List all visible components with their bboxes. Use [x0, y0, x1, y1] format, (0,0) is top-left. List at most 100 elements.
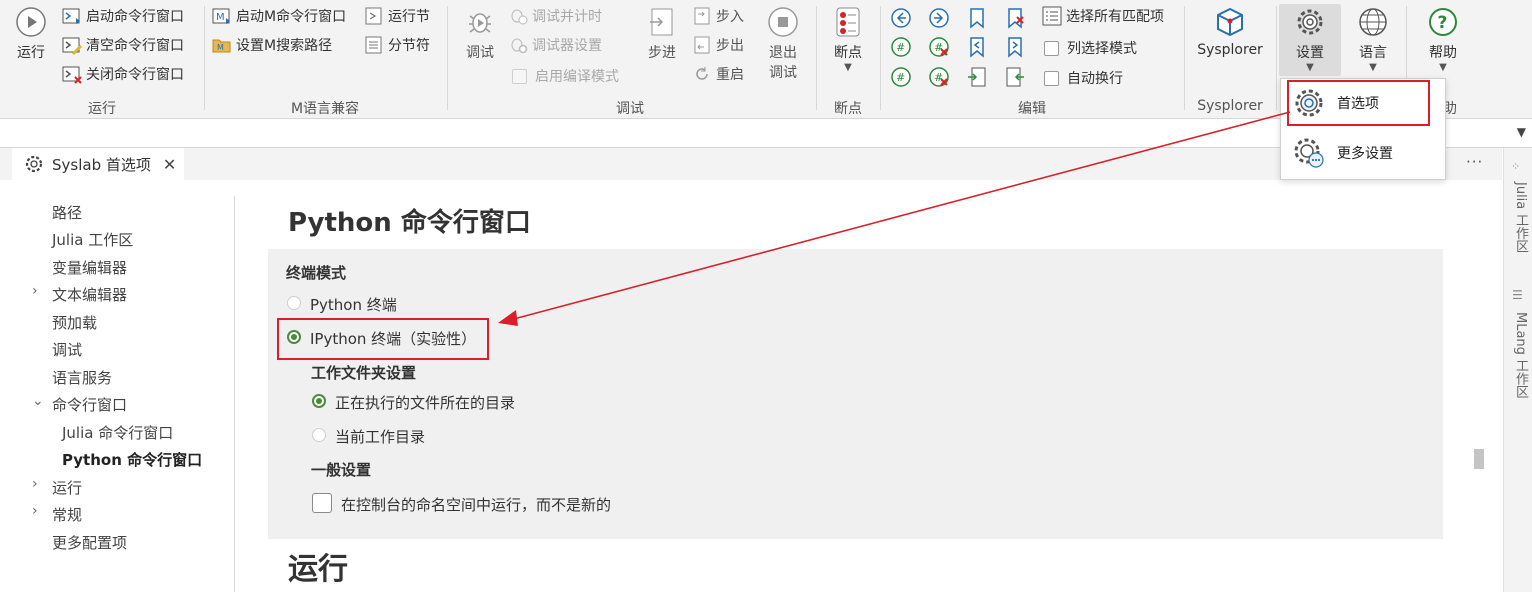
breakpoint-dropdown-arrow-icon: ▼ [844, 62, 852, 73]
nav-item-julia-workspace[interactable]: Julia 工作区 [52, 229, 133, 250]
breakpoint-button[interactable]: 断点 ▼ [826, 6, 870, 74]
run-section-icon [365, 7, 382, 25]
debug-timer-button[interactable]: 调试并计时 [508, 6, 602, 26]
svg-text:#: # [934, 71, 943, 84]
nav-item-debug[interactable]: 调试 [52, 339, 82, 360]
sysplorer-button[interactable]: Sysplorer [1192, 6, 1268, 58]
start-m-cmd-window-button[interactable]: M 启动M命令行窗口 [212, 6, 346, 26]
list-icon: ☰ [1512, 288, 1523, 302]
run-section-title: 运行 [288, 552, 348, 587]
tab-syslab-preferences[interactable]: Syslab 首选项 ✕ [12, 148, 184, 180]
nav-item-command-window[interactable]: 命令行窗口 [52, 394, 127, 415]
julia-workspace-tab[interactable]: Julia 工作区 [1511, 182, 1530, 252]
enable-compile-mode-checkbox[interactable]: 启用编译模式 [512, 66, 619, 86]
scrollbar-thumb[interactable] [1474, 449, 1484, 469]
address-dropdown-arrow-icon[interactable]: ▼ [1517, 125, 1526, 139]
set-m-search-path-button[interactable]: M 设置M搜索路径 [212, 35, 332, 55]
run-group-label: 运行 [88, 101, 116, 117]
indent-icon[interactable] [966, 66, 988, 88]
mlang-workspace-tab[interactable]: MLang 工作区 [1511, 312, 1530, 398]
preferences-highlight-box [1287, 80, 1430, 126]
nav-item-path[interactable]: 路径 [52, 202, 82, 223]
step-out-button[interactable]: 步出 [692, 35, 744, 55]
breakpoint-icon [836, 7, 860, 37]
nav-item-language-service[interactable]: 语言服务 [52, 367, 112, 388]
restart-button[interactable]: 重启 [692, 64, 744, 84]
next-bookmark-icon[interactable] [1004, 36, 1026, 58]
play-icon [16, 7, 46, 37]
preferences-nav: › ⌄ › › 路径 Julia 工作区 变量编辑器 文本编辑器 预加载 调试 … [0, 180, 234, 592]
terminal-close-icon [62, 66, 82, 84]
step-out-icon [694, 36, 710, 54]
file-dir-radio[interactable] [312, 394, 326, 408]
close-icon[interactable]: ✕ [163, 155, 176, 174]
bookmark-icon[interactable] [966, 7, 988, 29]
block-uncomment-icon[interactable]: # [928, 66, 950, 88]
word-wrap-check [1044, 70, 1059, 86]
svg-text:M: M [217, 43, 224, 52]
column-select-mode-checkbox[interactable]: 列选择模式 [1044, 38, 1137, 58]
word-wrap-checkbox[interactable]: 自动换行 [1044, 68, 1123, 88]
nav-item-more-config[interactable]: 更多配置项 [52, 532, 127, 553]
run-in-console-ns-checkbox[interactable] [312, 493, 332, 513]
debug-button[interactable]: 调试 [458, 6, 502, 62]
chevron-right-icon[interactable]: › [32, 476, 38, 492]
gear-icon [25, 155, 43, 173]
comment-icon[interactable]: # [890, 36, 912, 58]
variables-icon: ⁘ [1511, 160, 1521, 173]
globe-icon [1359, 8, 1387, 36]
clear-cmd-window-button[interactable]: 清空命令行窗口 [62, 35, 184, 55]
chevron-right-icon[interactable]: › [32, 503, 38, 519]
section-break-icon [365, 36, 382, 54]
breakpoint-group-label: 断点 [834, 101, 862, 117]
python-terminal-radio[interactable] [287, 296, 301, 310]
nav-item-text-editor[interactable]: 文本编辑器 [52, 284, 127, 305]
step-button[interactable]: 步进 [640, 6, 684, 62]
close-cmd-window-button[interactable]: 关闭命令行窗口 [62, 64, 184, 84]
stop-icon [768, 7, 798, 37]
run-in-console-ns-label: 在控制台的命名空间中运行，而不是新的 [341, 496, 612, 514]
settings-button[interactable]: 设置 ▼ [1279, 4, 1341, 76]
chevron-right-icon[interactable]: › [32, 283, 38, 299]
prev-bookmark-icon[interactable] [966, 36, 988, 58]
ipython-highlight-box [277, 318, 489, 360]
section-break-button[interactable]: 分节符 [364, 35, 430, 55]
debugger-settings-button[interactable]: 调试器设置 [508, 35, 602, 55]
block-comment-icon[interactable]: # [890, 66, 912, 88]
run-button[interactable]: 运行 [8, 6, 54, 62]
nav-item-python-command-window[interactable]: Python 命令行窗口 [62, 449, 202, 470]
nav-item-general[interactable]: 常规 [52, 504, 82, 525]
help-button[interactable]: ? 帮助 ▼ [1420, 4, 1466, 74]
column-select-check [1044, 40, 1059, 56]
exit-debug-button[interactable]: 退出 调试 [762, 6, 804, 82]
help-question-icon: ? [1429, 8, 1457, 36]
right-side-panel: ⁘ Julia 工作区 ☰ MLang 工作区 [1503, 148, 1532, 592]
forward-icon[interactable] [928, 7, 950, 29]
nav-item-julia-command-window[interactable]: Julia 命令行窗口 [62, 422, 173, 443]
uncomment-icon[interactable]: # [928, 36, 950, 58]
menu-item-more-settings[interactable]: 更多设置 [1281, 131, 1445, 175]
more-options-icon[interactable]: ··· [1466, 153, 1483, 171]
nav-item-variable-editor[interactable]: 变量编辑器 [52, 257, 127, 278]
file-dir-label: 正在执行的文件所在的目录 [335, 394, 516, 412]
back-icon[interactable] [890, 7, 912, 29]
svg-text:#: # [934, 41, 943, 54]
run-section-button[interactable]: 运行节 [364, 6, 430, 26]
language-button[interactable]: 语言 ▼ [1350, 4, 1396, 74]
more-settings-gear-icon [1294, 138, 1324, 168]
bug-gear-icon [511, 38, 528, 54]
select-all-matches-button[interactable]: 选择所有匹配项 [1042, 6, 1164, 26]
step-in-button[interactable]: 步入 [692, 6, 744, 26]
outdent-icon[interactable] [1004, 66, 1026, 88]
bookmark-clear-icon[interactable] [1004, 7, 1026, 29]
sysplorer-cube-icon [1217, 7, 1243, 37]
chevron-down-icon[interactable]: ⌄ [32, 393, 44, 409]
nav-item-run[interactable]: 运行 [52, 477, 82, 498]
help-dropdown-arrow-icon: ▼ [1439, 62, 1447, 73]
nav-item-preload[interactable]: 预加载 [52, 312, 97, 333]
start-cmd-window-button[interactable]: 启动命令行窗口 [62, 6, 184, 26]
list-select-icon [1042, 6, 1062, 26]
debug-group-label: 调试 [616, 101, 644, 117]
svg-text:?: ? [1438, 13, 1448, 33]
work-dir-radio[interactable] [312, 428, 326, 442]
